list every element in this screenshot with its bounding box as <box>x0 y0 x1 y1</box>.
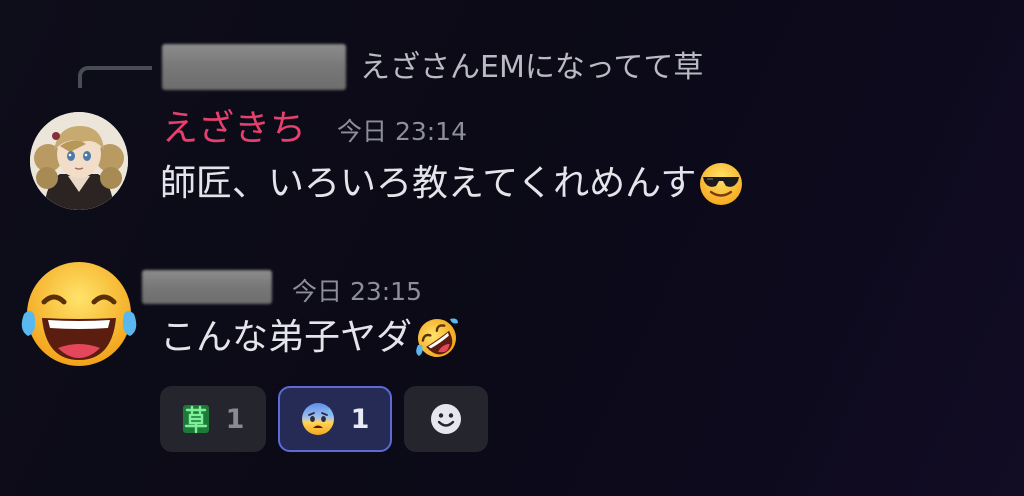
reaction-kusa[interactable]: 1 <box>160 386 266 452</box>
message-author-redacted[interactable] <box>142 270 272 304</box>
kusa-custom-emoji-icon <box>182 405 209 434</box>
rolling-on-the-floor-laughing-icon <box>416 318 459 357</box>
avatar[interactable] <box>30 112 128 210</box>
anxious-face-with-sweat-icon <box>301 403 334 435</box>
reaction-count: 1 <box>350 403 370 435</box>
message-timestamp: 今日 23:15 <box>292 277 422 306</box>
message-timestamp: 今日 23:14 <box>337 117 467 146</box>
reply-connector <box>78 66 152 88</box>
face-with-tears-of-joy-icon[interactable] <box>18 256 140 378</box>
reply-author-redacted[interactable] <box>162 44 346 90</box>
message-text: 師匠、いろいろ教えてくれめんす <box>160 163 697 204</box>
user-avatar-illustration <box>30 112 128 210</box>
reaction-anxious-face[interactable]: 1 <box>278 386 392 452</box>
reply-preview-text[interactable]: えざさんEMになってて草 <box>360 48 703 88</box>
add-reaction-icon <box>431 404 461 434</box>
message-content: 師匠、いろいろ教えてくれめんす <box>160 160 744 208</box>
smiling-face-with-sunglasses-icon <box>700 163 743 205</box>
reaction-count: 1 <box>225 403 245 435</box>
message-author-name[interactable]: えざきち <box>162 106 306 152</box>
message-text: こんな弟子ヤダ <box>160 317 413 358</box>
message-content: こんな弟子ヤダ <box>160 314 460 362</box>
add-reaction-button[interactable] <box>404 386 488 452</box>
